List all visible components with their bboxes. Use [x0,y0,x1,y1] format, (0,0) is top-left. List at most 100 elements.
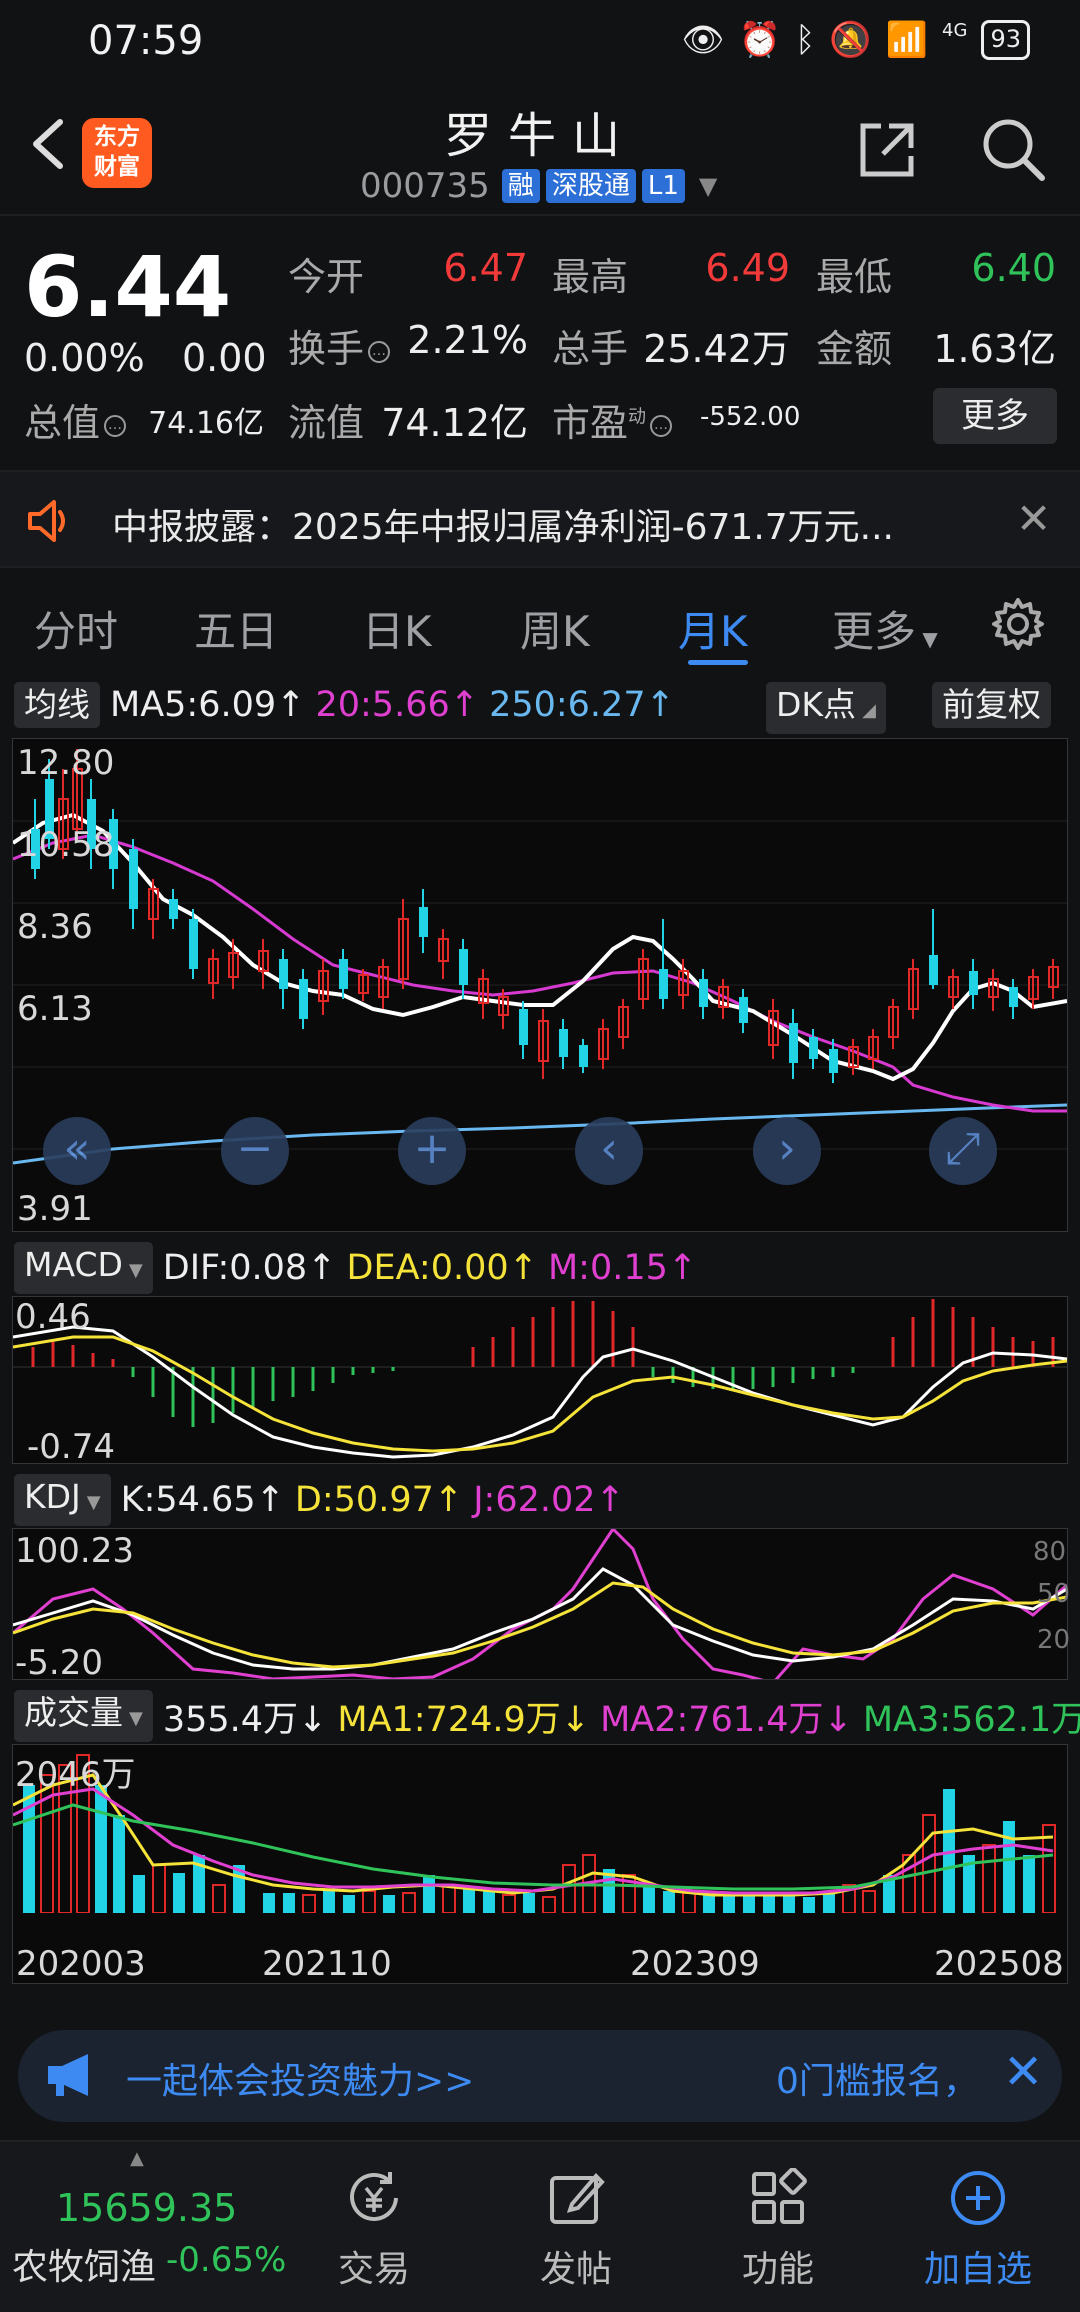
change-amount: 0.00 [182,336,267,380]
close-icon[interactable]: ✕ [1003,2044,1043,2100]
adjust-button[interactable]: 前复权 [932,682,1051,728]
dea-line [12,1335,1068,1453]
nav-trade-label: 交易 [337,2249,410,2290]
mktcap-value: 74.16亿 [148,406,264,441]
price-tick: 8.36 [17,907,93,947]
promo-text-left[interactable]: 一起体会投资魅力>> [126,2052,474,2104]
fullscreen-icon[interactable]: ⤢ [929,1117,997,1185]
ma-button[interactable]: 均线 [14,682,100,728]
promo-text-right[interactable]: 0门槛报名， [776,2052,979,2104]
ma20-value: 20:5.66↑ [315,685,480,725]
kdj-right-tick: 50 [1037,1579,1071,1609]
dropdown-corner-icon: ◢ [862,700,876,721]
mute-icon: 🔕 [829,20,872,60]
yen-cycle-icon [350,2172,398,2221]
ma250-value: 250:6.27↑ [489,685,675,725]
tab-weekly[interactable]: 周K [520,598,590,659]
stock-subtitle[interactable]: 000735 融 深股通 L1 ▼ [360,166,717,206]
battery-icon: 93 [981,20,1030,60]
pe-value: -552.00 [700,402,801,432]
nav-add-watchlist-label: 加自选 [923,2249,1032,2290]
volume-panel[interactable]: 2046万 [12,1744,1068,1984]
volume-tick: 2046万 [15,1755,136,1795]
info-icon: … [104,414,127,437]
dropdown-triangle-icon: ▼ [86,1492,101,1513]
index-name[interactable]: 农牧饲渔 [12,2238,156,2290]
nav-functions[interactable]: 功能 [698,2167,858,2292]
news-banner[interactable]: 中报披露：2025年中报归属净利润-671.7万元... ✕ [0,470,1080,568]
kdj-chart [12,1526,1068,1685]
scroll-left-icon[interactable]: ‹ [575,1117,643,1185]
high-label: 最高 [552,255,629,299]
volume-legend: 成交量 ▼ 355.4万↓ MA1:724.9万↓ MA2:761.4万↓ MA3… [14,1690,1080,1742]
tab-more[interactable]: 更多 ▼ [832,598,938,659]
speaker-icon [28,500,65,542]
scroll-right-icon[interactable]: › [753,1117,821,1185]
expand-caret-icon[interactable]: ▲ [130,2148,144,2169]
promo-banner[interactable]: 一起体会投资魅力>> 0门槛报名， ✕ [18,2030,1062,2122]
x-axis-label: 202003 [16,1944,146,1984]
tab-five-day[interactable]: 五日 [194,598,278,659]
volume-button[interactable]: 成交量 ▼ [14,1690,153,1742]
low-value: 6.40 [971,246,1056,290]
tab-daily[interactable]: 日K [362,598,432,659]
macd-chart [12,1299,1068,1459]
share-icon[interactable] [855,118,919,182]
kdj-button[interactable]: KDJ ▼ [14,1474,111,1526]
kline-panel[interactable]: 12.80 10.58 8.36 6.13 3.91 « − + ‹ › ⤢ [11,738,1068,1232]
chart-area: 均线 MA5:6.09↑ 20:5.66↑ 250:6.27↑ DK点 ◢ 前复权 [0,682,1080,2012]
candles [31,749,1059,1083]
amount-label: 金额 [816,327,893,371]
kdj-tick: -5.20 [15,1643,103,1683]
macd-bars [31,1299,1055,1427]
dropdown-triangle-icon: ▼ [916,627,938,651]
vol-ma3-value: MA3:562.1万↑ [862,1699,1080,1740]
vol-ma1-value: MA1:724.9万↓ [337,1699,591,1740]
volume-chart [12,1754,1056,1914]
kdj-panel[interactable]: 100.23 -5.20 80 50 20 [12,1526,1071,1685]
zoom-out-icon[interactable]: − [221,1117,289,1185]
last-price: 6.44 [24,238,232,336]
nav-post[interactable]: 发帖 [496,2168,656,2292]
tab-monthly[interactable]: 月K [678,598,748,659]
x-axis-label: 202309 [630,1944,760,1984]
quote-panel: 6.44 0.00% 0.00 今开 6.47 最高 6.49 最低 6.40 … [0,214,1080,466]
scroll-start-icon[interactable]: « [43,1117,111,1185]
alarm-icon: ⏰ [738,20,781,60]
dif-value: DIF:0.08↑ [162,1248,337,1288]
search-icon[interactable] [978,114,1048,184]
zoom-in-icon[interactable]: + [398,1117,466,1185]
price-tick: 3.91 [17,1189,93,1229]
wifi-icon: 📶 [885,20,929,60]
status-time: 07:59 [88,18,204,64]
chart-tabs: 分时 五日 日K 周K 月K 更多 ▼ [0,570,1080,682]
index-value[interactable]: 15659.35 [56,2186,237,2230]
vol-ma2-value: MA2:761.4万↓ [600,1699,853,1740]
macd-button[interactable]: MACD ▼ [14,1242,153,1294]
dif-line [12,1325,1068,1459]
tab-intraday[interactable]: 分时 [34,598,118,659]
megaphone-icon [48,2054,88,2096]
gear-icon[interactable] [990,596,1046,652]
float-value: 74.12亿 [381,401,528,445]
volume-label: 总手 [552,327,629,371]
more-quote-button[interactable]: 更多 [933,388,1057,444]
mktcap-label: 总值… [24,392,130,447]
margin-tag: 融 [501,169,540,203]
x-axis-label: 202110 [262,1944,392,1984]
info-icon: … [650,414,673,437]
kdj-right-tick: 20 [1037,1625,1071,1655]
x-axis-label: 202508 [934,1944,1064,1984]
nav-trade[interactable]: 交易 [294,2168,454,2292]
kdj-legend: KDJ ▼ K:54.65↑ D:50.97↑ J:62.02↑ [14,1474,625,1526]
level-tag: L1 [641,169,685,203]
macd-panel[interactable]: 0.46 -0.74 [12,1296,1068,1467]
status-icons: 👁 ⏰ ᛒ 🔕 📶 4G 93 [681,20,1030,60]
dropdown-triangle-icon: ▼ [698,172,718,200]
high-value: 6.49 [705,246,790,290]
nav-add-watchlist[interactable]: 加自选 [898,2168,1058,2292]
bottom-nav: ▲ 15659.35 农牧饲渔 -0.65% 交易 发帖 功能 加自选 [0,2140,1080,2312]
close-icon[interactable]: ✕ [1016,494,1051,543]
dk-button[interactable]: DK点 ◢ [766,682,886,734]
pe-label: 市盈动… [552,392,676,447]
